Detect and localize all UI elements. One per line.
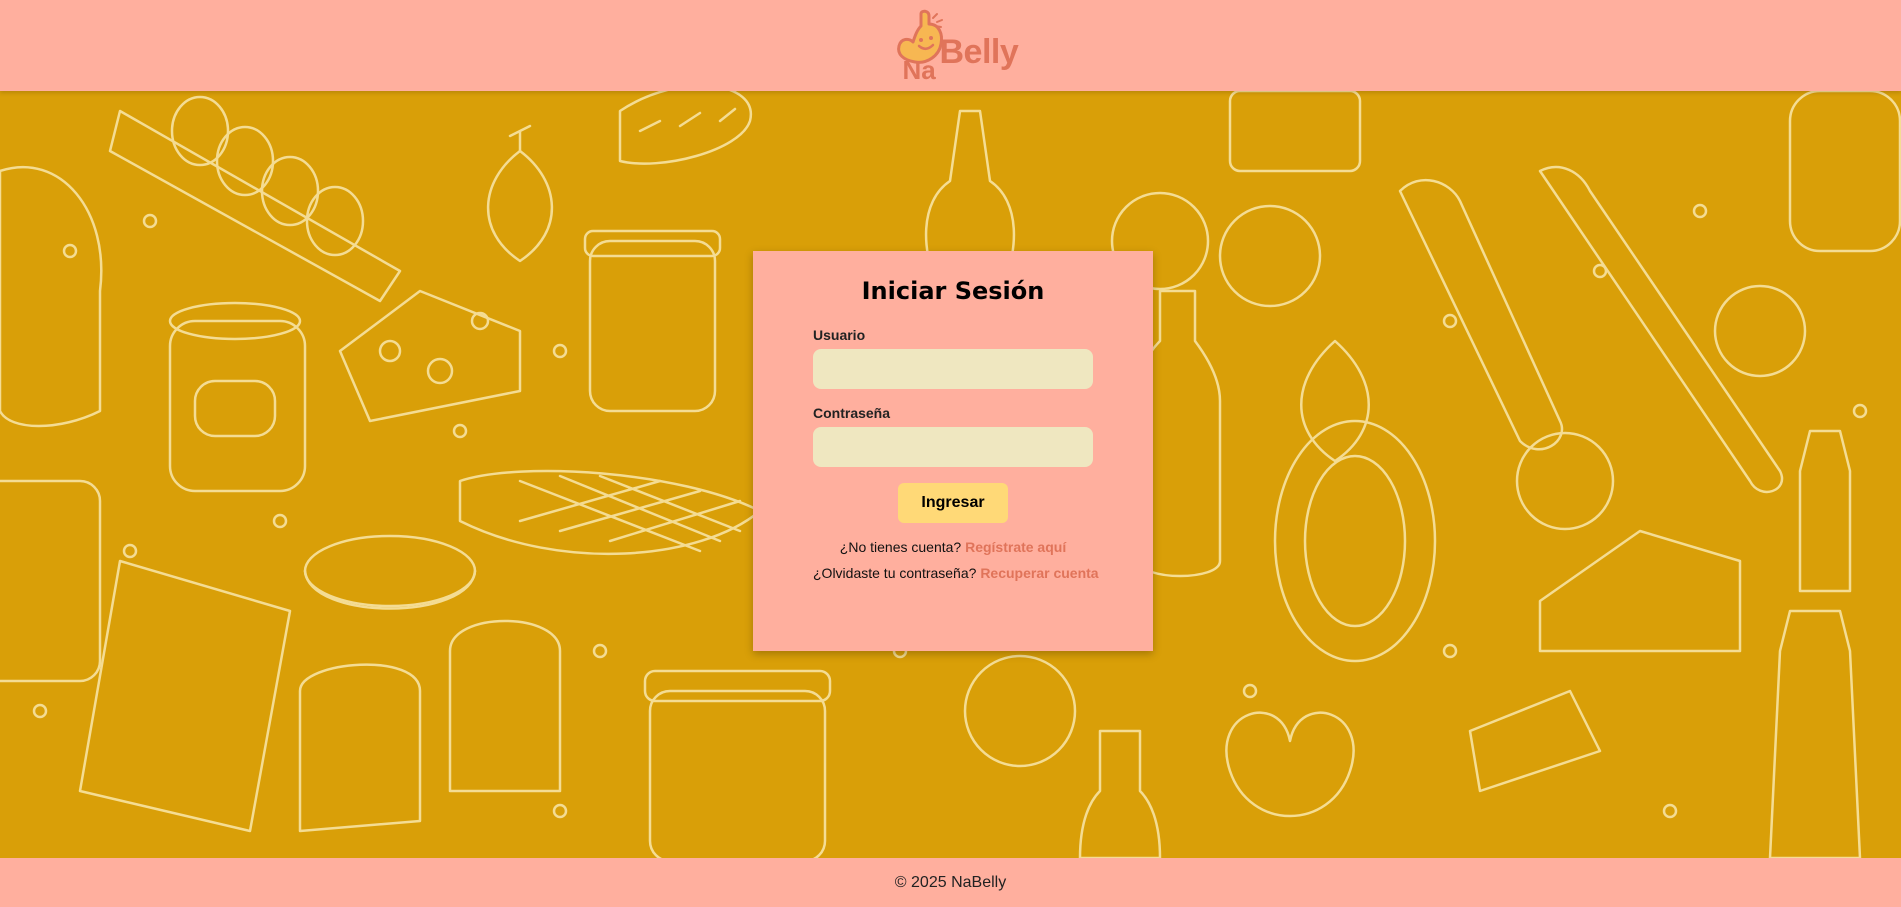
- register-prompt-row: ¿No tienes cuenta? Regístrate aquí: [813, 539, 1093, 555]
- password-label: Contraseña: [813, 405, 891, 421]
- recover-account-link[interactable]: Recuperar cuenta: [980, 565, 1098, 581]
- logo-text-belly: Belly: [939, 32, 1019, 71]
- register-prompt-text: ¿No tienes cuenta?: [839, 539, 962, 555]
- login-submit-button[interactable]: Ingresar: [898, 483, 1008, 523]
- recover-prompt-text: ¿Olvidaste tu contraseña?: [813, 565, 977, 581]
- password-input[interactable]: [813, 427, 1093, 467]
- username-input[interactable]: [813, 349, 1093, 389]
- recover-prompt-row: ¿Olvidaste tu contraseña? Recuperar cuen…: [813, 565, 1099, 581]
- nabelly-logo[interactable]: Na Belly: [891, 8, 1019, 85]
- submit-row: Ingresar: [813, 483, 1093, 523]
- login-card: Iniciar Sesión Usuario Contraseña Ingres…: [753, 251, 1153, 651]
- copyright-text: © 2025 NaBelly: [894, 873, 1007, 891]
- site-footer: © 2025 NaBelly: [0, 858, 1901, 907]
- logo-text-na: Na: [902, 54, 936, 85]
- register-link[interactable]: Regístrate aquí: [965, 539, 1066, 555]
- site-header: Na Belly: [0, 0, 1901, 91]
- login-title: Iniciar Sesión: [861, 277, 1045, 305]
- username-label: Usuario: [813, 327, 866, 343]
